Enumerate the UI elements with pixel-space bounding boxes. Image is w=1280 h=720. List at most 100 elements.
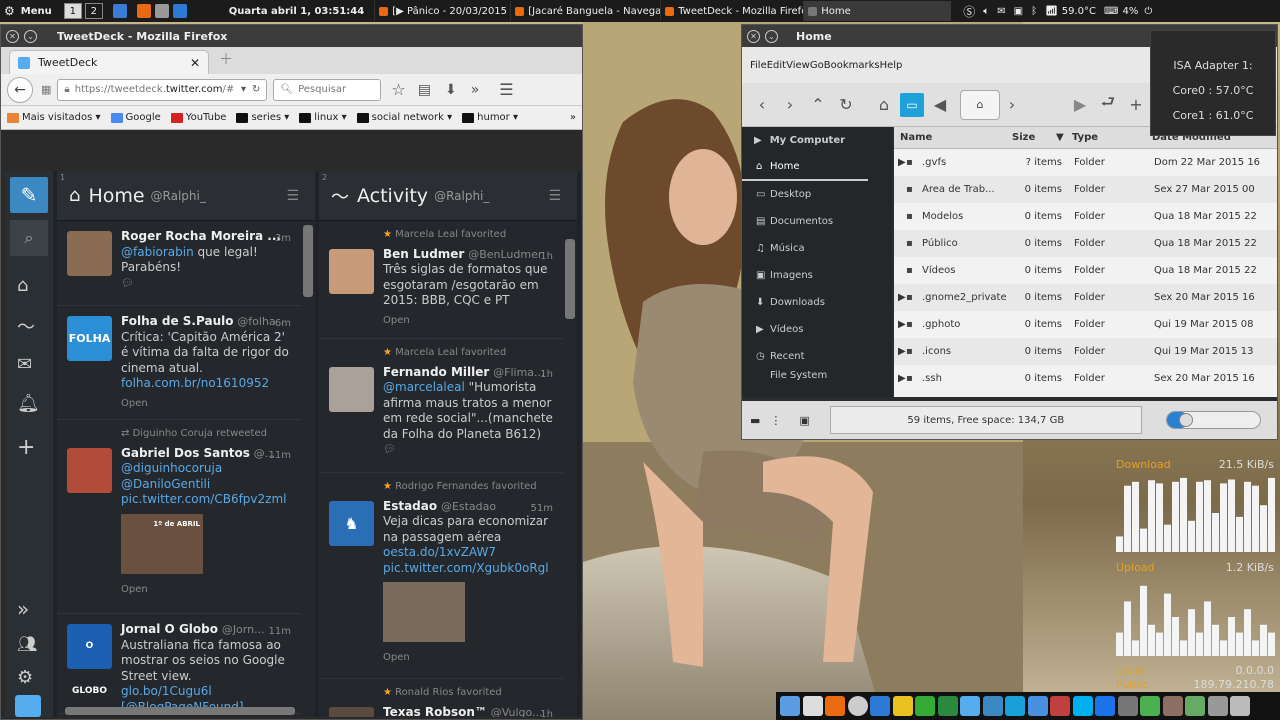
- file-row[interactable]: ▪ Vídeos 0 items Folder Qua 18 Mar 2015 22: [894, 257, 1277, 284]
- sidebar-item-imagens[interactable]: ▣ Imagens: [742, 262, 892, 289]
- file-row[interactable]: ▶ ▪ .gvfs ? items Folder Dom 22 Mar 2015 16: [894, 149, 1277, 176]
- keyboard-icon[interactable]: ⌨: [1104, 6, 1118, 17]
- task-home[interactable]: Home: [803, 1, 952, 21]
- ubuntu-one-icon[interactable]: Ⓢ: [963, 3, 975, 20]
- sidebar-item-videos[interactable]: ▶ Vídeos: [742, 316, 892, 343]
- show-desktop-icon[interactable]: [112, 4, 127, 18]
- twitter-dock-icon[interactable]: [960, 696, 980, 716]
- accounts-icon[interactable]: 👥︎: [17, 634, 37, 653]
- menu-button[interactable]: Menu: [21, 6, 52, 17]
- tweet[interactable]: ★ Marcela Leal favorited Fernando Miller…: [319, 339, 563, 473]
- expand-arrow-icon[interactable]: ▶: [894, 292, 906, 303]
- up-button[interactable]: ⌃: [806, 93, 830, 117]
- reply-icon[interactable]: 💬︎: [383, 442, 555, 458]
- bookmark-youtube[interactable]: YouTube: [170, 112, 226, 123]
- avatar[interactable]: FOLHA: [67, 316, 112, 361]
- compose-tweet-button[interactable]: ✎: [10, 177, 48, 213]
- task-tweetdeck[interactable]: TweetDeck - Mozilla Firefox: [660, 1, 803, 21]
- home-button[interactable]: ⌂: [872, 93, 896, 117]
- chat-icon[interactable]: ▣: [1014, 6, 1023, 17]
- bookmark-social-network[interactable]: social network ▾: [356, 112, 452, 123]
- horizontal-scrollbar[interactable]: [65, 707, 295, 715]
- sidebar-item-recent[interactable]: ◷ Recent: [742, 343, 892, 370]
- expand-icon[interactable]: »: [17, 597, 29, 621]
- menu-go[interactable]: Go: [810, 60, 824, 71]
- column-header-type[interactable]: Type: [1072, 132, 1152, 143]
- workspace-2[interactable]: 2: [84, 3, 103, 19]
- menu-icon[interactable]: ⚙: [4, 4, 15, 18]
- menu-bookmarks[interactable]: Bookmarks: [824, 60, 880, 71]
- terminal-launcher-icon[interactable]: [172, 4, 187, 18]
- files-dock-icon[interactable]: [780, 696, 800, 716]
- expand-arrow-icon[interactable]: ▶: [894, 319, 906, 330]
- bookmark-humor[interactable]: humor ▾: [462, 112, 518, 123]
- avatar[interactable]: ♞: [329, 501, 374, 546]
- hamburger-menu-icon[interactable]: ☰: [499, 80, 513, 99]
- sidebar-item-documentos[interactable]: ▤ Documentos: [742, 208, 892, 235]
- new-tab-button[interactable]: ＋: [219, 49, 233, 69]
- toggle-location-button[interactable]: ◀: [928, 93, 952, 117]
- search-button[interactable]: ⌕: [10, 220, 48, 256]
- expand-arrow-icon[interactable]: ▶: [894, 373, 906, 384]
- column-settings-icon[interactable]: ☰: [548, 188, 561, 204]
- tweet[interactable]: ★ Marcela Leal favorited Ben Ludmer @Ben…: [319, 221, 563, 339]
- notifications-column-icon[interactable]: 🔔︎: [17, 393, 40, 414]
- spreadsheet-dock-icon[interactable]: [937, 696, 958, 716]
- task-panico[interactable]: [▶ Pânico - 20/03/2015 ...: [374, 1, 510, 21]
- dropdown-icon[interactable]: ▾: [241, 84, 246, 95]
- file-row[interactable]: ▶ ▪ .gphoto 0 items Folder Qui 19 Mar 2015 08: [894, 311, 1277, 338]
- sidebar-item-file-system[interactable]: File System: [742, 370, 892, 380]
- downloads-icon[interactable]: ⬇: [445, 82, 457, 98]
- firefox-dock-icon[interactable]: [825, 696, 845, 716]
- bookmark-linux[interactable]: linux ▾: [299, 112, 347, 123]
- tweetdeck-dock-icon[interactable]: [982, 696, 1003, 716]
- computer-button[interactable]: ▭: [900, 92, 924, 117]
- tab-tweetdeck[interactable]: TweetDeck ✕: [9, 50, 209, 74]
- sidebar-item-musica[interactable]: ♫ Música: [742, 235, 892, 262]
- file-row[interactable]: ▪ Modelos 0 items Folder Qua 18 Mar 2015 22: [894, 203, 1277, 230]
- media-thumbnail[interactable]: [383, 582, 465, 642]
- avatar[interactable]: [329, 707, 374, 717]
- settings-dock-icon[interactable]: [1185, 696, 1205, 716]
- tweet[interactable]: ★ Ronald Rios favorited Texas Robson™ @V…: [319, 679, 563, 717]
- battery-readout[interactable]: 4%: [1122, 6, 1138, 17]
- overflow-icon[interactable]: »: [471, 82, 480, 98]
- chrome-dock-icon[interactable]: [847, 696, 868, 716]
- archive-dock-icon[interactable]: [1162, 696, 1183, 716]
- file-row[interactable]: ▪ Área de Trab... 0 items Folder Sex 27 Mar …: [894, 176, 1277, 203]
- bookmark-series[interactable]: series ▾: [236, 112, 289, 123]
- workspace-1[interactable]: 1: [63, 3, 82, 19]
- new-folder-button[interactable]: +: [1124, 93, 1148, 117]
- avatar[interactable]: [329, 249, 374, 294]
- tweet[interactable]: ★ Rodrigo Fernandes favorited ♞ Estadao …: [319, 473, 563, 679]
- close-window-button[interactable]: ✕: [747, 29, 760, 43]
- volume-icon[interactable]: 🔈︎: [983, 6, 989, 17]
- sidebar-item-home[interactable]: ⌂ Home: [742, 154, 868, 181]
- column-header[interactable]: ⌂ Home @Ralphi_ ☰: [57, 171, 315, 221]
- avatar[interactable]: O GLOBO: [67, 624, 112, 696]
- menu-help[interactable]: Help: [880, 60, 903, 71]
- add-column-icon[interactable]: +: [17, 435, 35, 460]
- zoom-slider-handle[interactable]: [1178, 413, 1193, 427]
- mail-icon[interactable]: ✉: [997, 6, 1005, 17]
- tweet[interactable]: O GLOBO Jornal O Globo @Jorn... 11m Aust…: [57, 614, 301, 714]
- play-button[interactable]: ▶: [1068, 93, 1092, 117]
- url-bar[interactable]: 🔒︎ https://tweetdeck. twitter.com/# ▾ ↻: [57, 78, 268, 101]
- search-bar[interactable]: 🔍︎ Pesquisar: [273, 78, 382, 101]
- window-menu-button[interactable]: ⌄: [24, 29, 37, 43]
- avatar[interactable]: [67, 448, 112, 493]
- dropbox-dock-icon[interactable]: [1095, 696, 1115, 716]
- tweet[interactable]: FOLHA Folha de S.Paulo @folha 6m Crítica…: [57, 306, 301, 420]
- activity-column-icon[interactable]: 〜: [17, 313, 35, 339]
- terminal-button[interactable]: ⮐: [1096, 92, 1120, 117]
- skype-dock-icon[interactable]: [1072, 696, 1093, 716]
- column-header-name[interactable]: Name: [894, 132, 1012, 143]
- close-window-button[interactable]: ✕: [6, 29, 19, 43]
- music-dock-icon[interactable]: [892, 696, 913, 716]
- bookmark-google[interactable]: Google: [110, 112, 161, 123]
- photos-dock-icon[interactable]: [1050, 696, 1070, 716]
- column-header[interactable]: 〜 Activity @Ralphi_ ☰: [319, 171, 577, 221]
- places-toggle-icon[interactable]: ▬: [750, 414, 760, 427]
- wifi-icon[interactable]: 📶︎: [1045, 6, 1058, 17]
- task-jacare[interactable]: [Jacaré Banguela - Navega...: [510, 1, 660, 21]
